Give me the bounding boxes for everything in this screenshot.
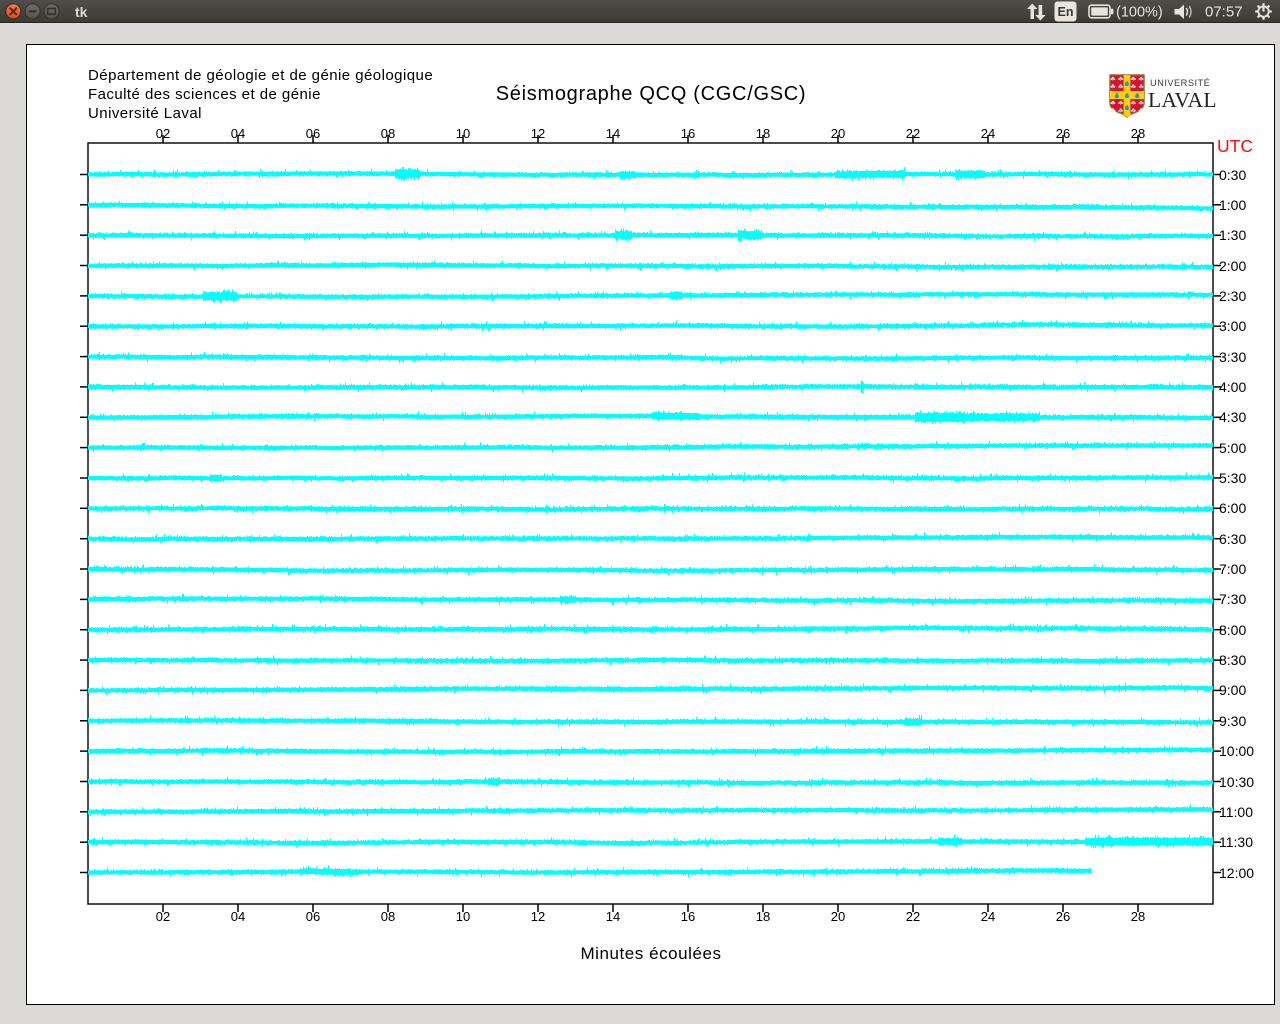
svg-text:(100%): (100%) xyxy=(1116,5,1163,21)
svg-text:En: En xyxy=(1058,5,1074,19)
svg-text:07:57: 07:57 xyxy=(1205,4,1243,21)
svg-text:tk: tk xyxy=(75,4,88,20)
